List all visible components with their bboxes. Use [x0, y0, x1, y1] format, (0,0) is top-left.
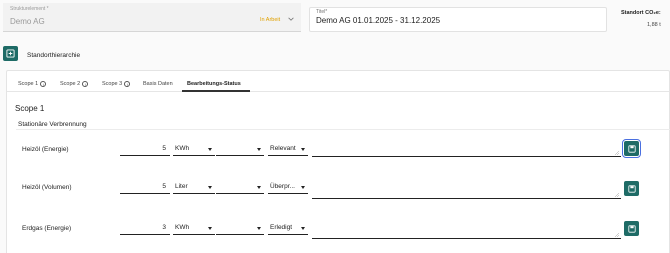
info-icon: i: [82, 81, 89, 87]
status-select[interactable]: Relevant: [268, 145, 308, 156]
tab-label: Bearbeitungs-Status: [187, 81, 241, 87]
plus-box-icon: [6, 49, 15, 58]
save-icon: [627, 224, 636, 233]
info-icon: i: [40, 81, 47, 87]
tab-basis-daten[interactable]: Basis Daten: [143, 81, 173, 87]
content-panel: Scope 1 i Scope 2 i Scope 3 i Basis Date…: [6, 70, 670, 253]
row-label: Erdgas (Energie): [22, 225, 72, 232]
unit-value: Liter: [175, 183, 188, 190]
save-button[interactable]: [622, 139, 641, 158]
tab-scope-3[interactable]: Scope 3 i: [102, 81, 131, 87]
tab-bearbeitungs-status[interactable]: Bearbeitungs-Status: [187, 81, 241, 87]
status-value: Erledigt: [270, 224, 293, 231]
tab-label: Basis Daten: [143, 81, 173, 87]
resize-handle-icon[interactable]: [615, 193, 619, 197]
resize-handle-icon[interactable]: [615, 233, 619, 237]
status-badge: In Arbeit: [260, 17, 281, 23]
caret-down-icon: [257, 227, 261, 230]
caret-down-icon: [208, 148, 212, 151]
save-icon: [627, 144, 636, 153]
caret-down-icon: [208, 186, 212, 189]
tab-bar: Scope 1 i Scope 2 i Scope 3 i Basis Date…: [7, 71, 669, 92]
tab-label: Scope 3: [102, 81, 123, 87]
caret-down-icon: [301, 227, 305, 230]
save-button[interactable]: [624, 221, 639, 236]
save-button[interactable]: [624, 181, 639, 196]
scope-title: Scope 1: [15, 104, 45, 113]
comment-field[interactable]: [312, 145, 621, 157]
active-tab-indicator: [182, 90, 250, 92]
status-select[interactable]: Überpr...: [268, 183, 308, 194]
quantity-input[interactable]: 3: [120, 224, 170, 235]
status-select[interactable]: Erledigt: [268, 224, 308, 235]
status-value: Relevant: [270, 145, 296, 152]
unit-value: KWh: [175, 145, 190, 152]
caret-down-icon: [301, 148, 305, 151]
caret-down-icon: [208, 227, 212, 230]
add-hierarchy-button[interactable]: [3, 46, 18, 61]
row-label: Heizöl (Energie): [22, 146, 69, 153]
secondary-select[interactable]: [216, 183, 264, 194]
titel-value: Demo AG 01.01.2025 - 31.12.2025: [316, 16, 441, 25]
comment-field[interactable]: [312, 187, 621, 199]
status-value: Überpr...: [270, 183, 295, 190]
titel-field[interactable]: Titel* Demo AG 01.01.2025 - 31.12.2025: [309, 7, 607, 32]
chevron-down-icon: [288, 17, 294, 21]
unit-value: KWh: [175, 224, 190, 231]
save-icon: [627, 184, 636, 193]
hierarchy-label: Standorthierarchie: [27, 52, 81, 59]
unit-select[interactable]: KWh: [173, 224, 215, 235]
caret-down-icon: [301, 186, 305, 189]
comment-field[interactable]: [312, 227, 621, 239]
tab-scope-2[interactable]: Scope 2 i: [60, 81, 89, 87]
caret-down-icon: [257, 148, 261, 151]
secondary-select[interactable]: [216, 224, 264, 235]
section-title: Stationäre Verbrennung: [18, 121, 87, 128]
tab-scope-1[interactable]: Scope 1 i: [18, 81, 47, 87]
resize-handle-icon[interactable]: [615, 151, 619, 155]
secondary-select[interactable]: [216, 145, 264, 156]
row-label: Heizöl (Volumen): [22, 184, 72, 191]
quantity-input[interactable]: 5: [120, 145, 170, 156]
tab-label: Scope 1: [18, 81, 39, 87]
quantity-input[interactable]: 5: [120, 183, 170, 194]
divider: [16, 129, 670, 130]
unit-select[interactable]: KWh: [173, 145, 215, 156]
standort-co2-label: Standort CO₂e:: [621, 10, 661, 16]
unit-select[interactable]: Liter: [173, 183, 215, 194]
info-icon: i: [124, 81, 131, 87]
struktur-element-value: Demo AG: [10, 17, 45, 26]
caret-down-icon: [257, 186, 261, 189]
titel-label: Titel*: [316, 9, 328, 15]
struktur-element-select[interactable]: Strukturelement * Demo AG In Arbeit: [3, 3, 301, 32]
tab-label: Scope 2: [60, 81, 81, 87]
struktur-element-label: Strukturelement *: [10, 6, 49, 12]
standort-co2-value: 1,88 t: [647, 22, 661, 28]
